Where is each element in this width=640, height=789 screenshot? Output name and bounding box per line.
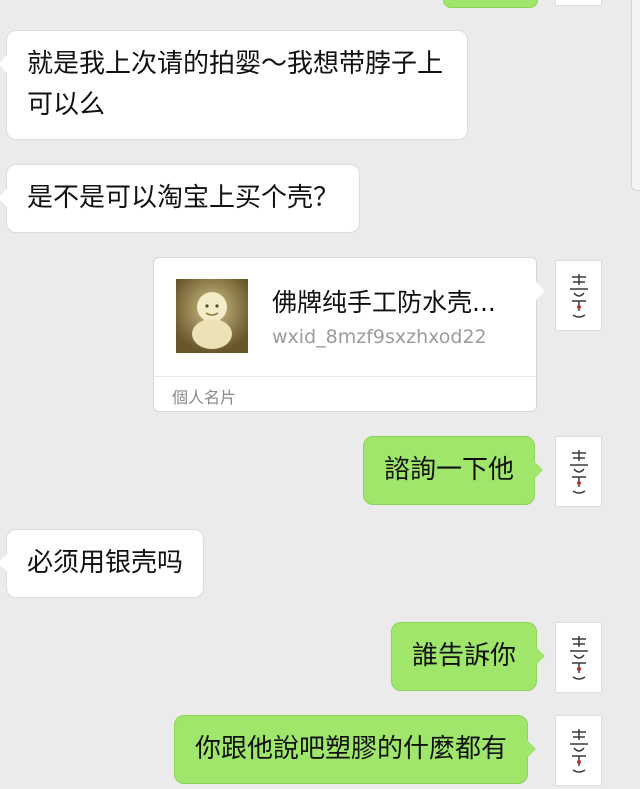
card-contact-id: wxid_8mzf9sxzhxod22: [272, 326, 487, 348]
calligraphy-glyph: [569, 273, 588, 318]
calligraphy-avatar-icon[interactable]: [555, 260, 602, 331]
scrollbar-thumb[interactable]: [631, 0, 640, 191]
outgoing-message-bubble[interactable]: 你跟他說吧塑膠的什麼都有: [174, 715, 537, 784]
partial-avatar[interactable]: [555, 0, 602, 6]
calligraphy-avatar-icon[interactable]: [555, 622, 602, 693]
card-footer-label: 個人名片: [172, 388, 237, 407]
incoming-message-bubble[interactable]: 必须用银壳吗: [0, 529, 205, 598]
contact-card[interactable]: 佛牌纯手工防水壳... wxid_8mzf9sxzhxod22 個人名片: [153, 257, 545, 412]
outgoing-message-bubble[interactable]: 諮詢一下他: [363, 436, 544, 505]
message-text: 誰告訴你: [412, 641, 517, 671]
message-text: 必须用银壳吗: [27, 548, 184, 578]
message-text: 你跟他說吧塑膠的什麼都有: [195, 734, 508, 764]
partial-outgoing-bubble[interactable]: [443, 0, 538, 8]
calligraphy-glyph: [569, 635, 588, 680]
calligraphy-avatar-icon[interactable]: [555, 715, 602, 786]
calligraphy-glyph: [569, 449, 588, 494]
incoming-message-bubble[interactable]: 是不是可以淘宝上买个壳？: [0, 164, 361, 233]
card-thumbnail-image: [176, 279, 248, 353]
card-contact-name: 佛牌纯手工防水壳...: [272, 288, 496, 317]
message-text: 就是我上次请的拍婴～我想带脖子上可以么: [27, 49, 444, 120]
card-divider: [154, 376, 536, 377]
message-text: 是不是可以淘宝上买个壳？: [27, 183, 340, 213]
incoming-message-bubble[interactable]: 就是我上次请的拍婴～我想带脖子上可以么: [0, 30, 468, 140]
calligraphy-avatar-icon[interactable]: [555, 436, 602, 507]
calligraphy-glyph: [569, 728, 588, 773]
outgoing-message-bubble[interactable]: 誰告訴你: [391, 622, 546, 691]
message-text: 諮詢一下他: [384, 455, 515, 485]
